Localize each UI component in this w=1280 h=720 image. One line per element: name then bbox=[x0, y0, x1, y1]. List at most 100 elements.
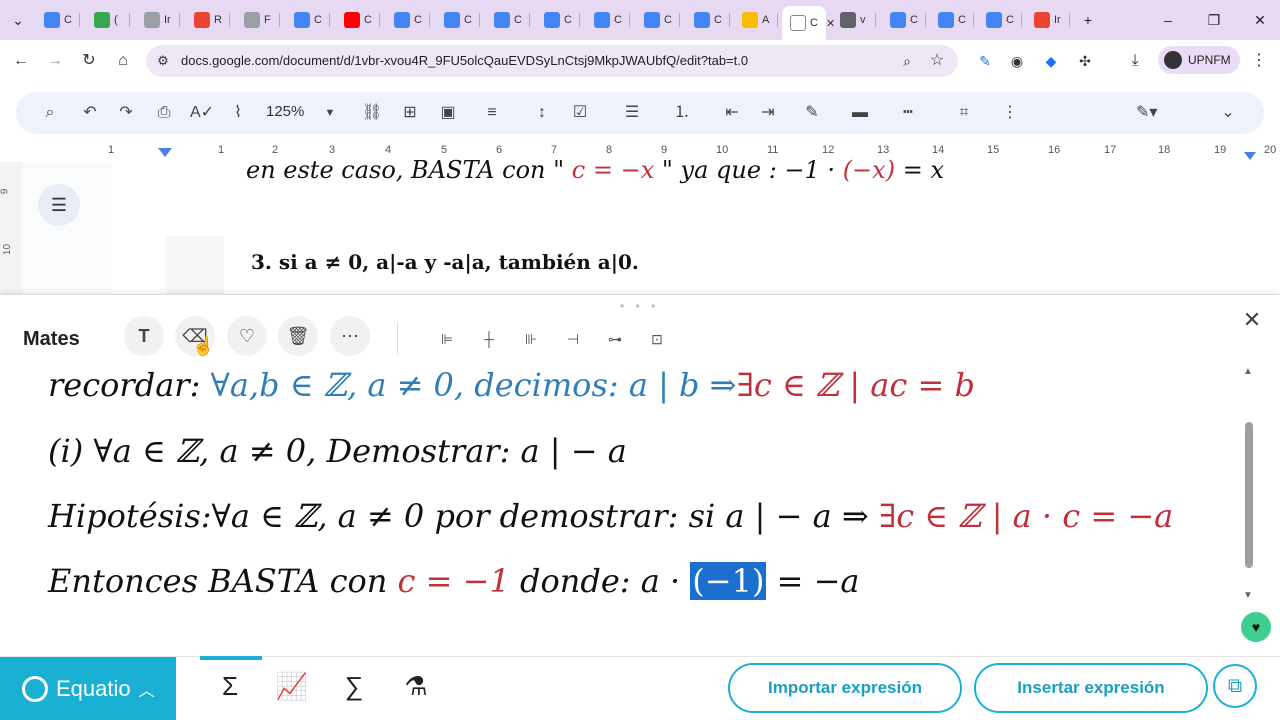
text-mode-icon[interactable]: T bbox=[124, 316, 164, 356]
panel-scrollbar[interactable] bbox=[1245, 422, 1253, 568]
browser-tab[interactable]: C bbox=[930, 8, 974, 32]
math-line-1[interactable]: recordar: ∀a,b ∈ ℤ, a ≠ 0, decimos: a | … bbox=[48, 366, 975, 404]
download-icon[interactable]: ⤓ bbox=[1124, 50, 1146, 72]
extension-equatio-icon[interactable]: ✎ bbox=[974, 50, 996, 72]
chemistry-editor-icon[interactable]: ⚗ bbox=[398, 668, 434, 704]
browser-tab[interactable]: C bbox=[882, 8, 926, 32]
browser-tab[interactable]: C bbox=[436, 8, 480, 32]
increase-indent-icon[interactable]: ⇥ bbox=[758, 102, 778, 124]
align-equals-icon[interactable]: ⊪ bbox=[520, 328, 542, 350]
browser-tab[interactable]: C bbox=[978, 8, 1022, 32]
back-icon[interactable]: ← bbox=[10, 50, 32, 72]
favorite-heart-icon[interactable]: ♡ bbox=[227, 316, 267, 356]
crop-icon[interactable]: ⌗ bbox=[954, 102, 974, 124]
browser-tab[interactable]: C bbox=[536, 8, 580, 32]
close-window-icon[interactable]: ✕ bbox=[1250, 10, 1270, 30]
browser-tab[interactable]: F bbox=[236, 8, 280, 32]
undo-icon[interactable]: ↶ bbox=[80, 102, 100, 124]
browser-tab[interactable]: C bbox=[486, 8, 530, 32]
copy-icon[interactable]: ⧉ bbox=[1213, 664, 1257, 708]
scroll-down-icon[interactable]: ▼ bbox=[1243, 590, 1253, 601]
line-spacing-icon[interactable]: ↕ bbox=[532, 102, 552, 124]
tab-favicon-icon bbox=[494, 12, 510, 28]
minimize-icon[interactable]: – bbox=[1158, 10, 1178, 30]
extension-owl-icon[interactable]: ◉ bbox=[1006, 50, 1028, 72]
bookmark-star-icon[interactable]: ☆ bbox=[926, 50, 948, 72]
more-horizontal-icon[interactable]: ⋯ bbox=[330, 316, 370, 356]
delete-trash-icon[interactable]: 🗑 bbox=[278, 316, 318, 356]
border-width-icon[interactable]: ▬ bbox=[850, 102, 870, 124]
browser-tab[interactable]: Ir bbox=[1026, 8, 1070, 32]
more-options-icon[interactable]: ⋮ bbox=[1000, 102, 1020, 124]
search-menus-icon[interactable]: ⌕ bbox=[40, 102, 60, 124]
site-info-icon[interactable]: ⚙ bbox=[152, 50, 174, 72]
browser-tab[interactable]: C bbox=[336, 8, 380, 32]
align-left-icon[interactable]: ⊫ bbox=[436, 328, 458, 350]
equatio-brand-button[interactable]: Equatio ︿ bbox=[0, 657, 176, 720]
browser-tab[interactable]: ( bbox=[86, 8, 130, 32]
align-icon[interactable]: ≡ bbox=[482, 102, 502, 124]
restore-icon[interactable]: ❐ bbox=[1204, 10, 1224, 30]
math-selection-highlight[interactable]: (−1) bbox=[690, 562, 767, 600]
hide-menus-icon[interactable]: ⌄ bbox=[1218, 102, 1238, 124]
align-right-icon[interactable]: ⊣ bbox=[562, 328, 584, 350]
add-comment-icon[interactable]: ⊞ bbox=[400, 102, 420, 124]
graph-editor-icon[interactable]: 📈 bbox=[274, 668, 310, 704]
zoom-icon[interactable]: ⌕ bbox=[896, 50, 918, 72]
math-line-2[interactable]: (i) ∀a ∈ ℤ, a ≠ 0, Demostrar: a | − a bbox=[48, 432, 627, 470]
paint-format-icon[interactable]: ⌇ bbox=[228, 102, 248, 124]
reload-icon[interactable]: ↻ bbox=[78, 50, 100, 72]
insert-image-icon[interactable]: ▣ bbox=[438, 102, 458, 124]
browser-tab[interactable]: C bbox=[636, 8, 680, 32]
print-icon[interactable]: ⎙ bbox=[154, 102, 174, 124]
decrease-indent-icon[interactable]: ⇤ bbox=[722, 102, 742, 124]
left-indent-marker-icon[interactable] bbox=[158, 148, 172, 157]
new-tab-icon[interactable]: + bbox=[1078, 10, 1098, 30]
browser-tab[interactable]: A bbox=[734, 8, 778, 32]
insert-expression-button[interactable]: Insertar expresión bbox=[974, 663, 1208, 713]
tab-search-icon[interactable]: ⌄ bbox=[8, 10, 28, 30]
browser-tab[interactable]: C bbox=[586, 8, 630, 32]
align-center-icon[interactable]: ┼ bbox=[478, 328, 500, 350]
browser-menu-icon[interactable]: ⋮ bbox=[1248, 50, 1270, 72]
numbered-list-icon[interactable]: ⒈ bbox=[672, 102, 692, 124]
extension-diamond-icon[interactable]: ◆ bbox=[1040, 50, 1062, 72]
browser-tab[interactable]: R bbox=[186, 8, 230, 32]
bulleted-list-icon[interactable]: ☰ bbox=[622, 102, 642, 124]
scroll-up-icon[interactable]: ▲ bbox=[1243, 366, 1253, 377]
right-indent-marker-icon[interactable] bbox=[1244, 152, 1256, 160]
spellcheck-icon[interactable]: A✓ bbox=[190, 102, 214, 124]
highlight-pen-icon[interactable]: ✎ bbox=[802, 102, 822, 124]
tab-favicon-icon bbox=[544, 12, 560, 28]
math-line-4[interactable]: Entonces BASTA con c = −1 donde: a · (−1… bbox=[48, 562, 859, 600]
zoom-select[interactable]: 125% bbox=[266, 103, 304, 120]
editing-mode-icon[interactable]: ✎▾ bbox=[1136, 102, 1157, 124]
forward-icon[interactable]: → bbox=[44, 50, 66, 72]
checklist-icon[interactable]: ☑ bbox=[570, 102, 590, 124]
browser-tab[interactable]: C bbox=[686, 8, 730, 32]
browser-tab[interactable]: Ir bbox=[136, 8, 180, 32]
math-editor-icon[interactable]: Σ bbox=[212, 668, 248, 704]
browser-tab[interactable]: C bbox=[36, 8, 80, 32]
url-text[interactable]: docs.google.com/document/d/1vbr-xvou4R_9… bbox=[181, 53, 748, 68]
browser-tab[interactable]: C bbox=[386, 8, 430, 32]
home-icon[interactable]: ⌂ bbox=[112, 50, 134, 72]
panel-drag-handle[interactable]: • • • bbox=[620, 299, 659, 313]
browser-tab[interactable]: C ✕ bbox=[782, 6, 835, 40]
browser-tab[interactable]: C bbox=[286, 8, 330, 32]
latex-editor-icon[interactable]: ∑ bbox=[336, 668, 372, 704]
border-dash-icon[interactable]: ┅ bbox=[898, 102, 918, 124]
zoom-dropdown-icon[interactable]: ▼ bbox=[320, 102, 340, 124]
extensions-puzzle-icon[interactable]: ✣ bbox=[1074, 50, 1096, 72]
speak-icon[interactable]: ⊶ bbox=[604, 328, 626, 350]
close-panel-icon[interactable]: ✕ bbox=[1240, 308, 1264, 332]
document-outline-icon[interactable]: ☰ bbox=[38, 184, 80, 226]
feedback-heart-icon[interactable]: ♥ bbox=[1241, 612, 1271, 642]
insert-link-icon[interactable]: ⛓ bbox=[362, 102, 382, 124]
math-line-3[interactable]: Hipotésis:∀a ∈ ℤ, a ≠ 0 por demostrar: s… bbox=[48, 497, 1173, 535]
browser-tab[interactable]: v bbox=[832, 8, 876, 32]
profile-chip[interactable]: UPNFM bbox=[1158, 46, 1240, 74]
import-expression-button[interactable]: Importar expresión bbox=[728, 663, 962, 713]
redo-icon[interactable]: ↷ bbox=[116, 102, 136, 124]
prediction-icon[interactable]: ⊡ bbox=[646, 328, 668, 350]
